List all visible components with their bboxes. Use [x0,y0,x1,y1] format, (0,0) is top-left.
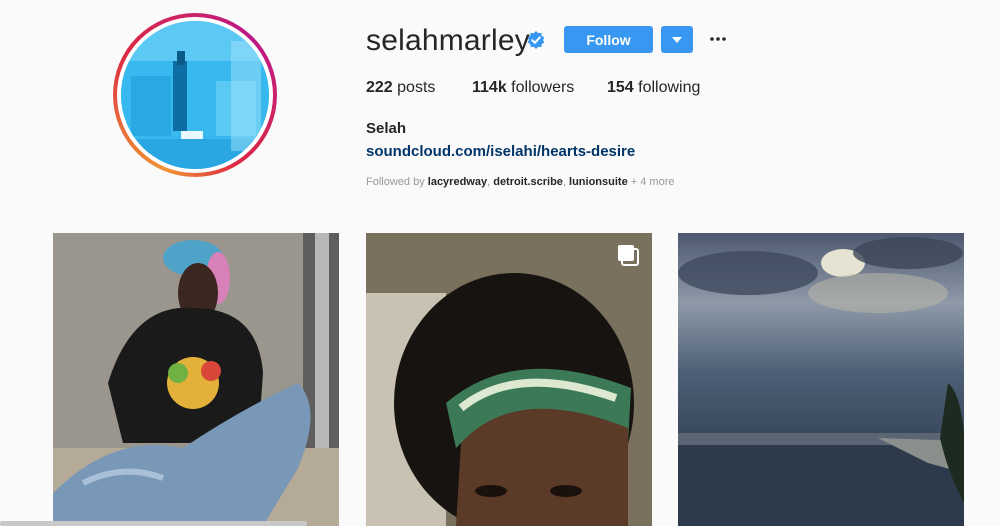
verified-badge-icon [527,31,545,49]
posts-label: posts [392,79,436,96]
post-image [53,233,339,526]
followers-count: 114k [472,79,507,96]
posts-count: 222 [366,79,393,96]
followed-by-account-link[interactable]: lacyredway [428,176,487,188]
profile-full-name: Selah [366,120,407,137]
followed-by-more-link[interactable]: + 4 more [628,176,675,188]
post-image [366,233,652,526]
horizontal-scrollbar-thumb[interactable] [0,521,307,526]
following-label: following [633,79,701,96]
post-image [678,233,964,526]
suggested-accounts-dropdown-button[interactable] [661,26,693,53]
profile-avatar-story-ring[interactable] [113,13,277,177]
followed-by-prefix: Followed by [366,176,428,188]
more-options-button[interactable] [708,30,728,48]
post-thumbnail[interactable] [53,233,339,526]
follow-button[interactable]: Follow [564,26,653,53]
following-count: 154 [607,79,634,96]
followed-by-account-link[interactable]: lunionsuite [569,176,628,188]
profile-avatar [121,21,269,169]
multiple-photos-icon [618,245,639,266]
posts-count-stat: 222 posts [366,79,435,97]
ellipsis-icon [710,37,726,41]
profile-username: selahmarley [366,24,530,57]
followers-count-link[interactable]: 114k followers [472,79,574,97]
following-count-link[interactable]: 154 following [607,79,700,97]
post-thumbnail[interactable] [678,233,964,526]
followers-label: followers [506,79,575,96]
avatar-border [117,17,273,173]
bio-external-link[interactable]: soundcloud.com/iselahi/hearts-desire [366,143,635,160]
followed-by-text: Followed by lacyredway, detroit.scribe, … [366,176,674,188]
avatar-image [121,21,269,169]
followed-by-account-link[interactable]: detroit.scribe [493,176,563,188]
post-thumbnail[interactable] [366,233,652,526]
caret-down-icon [672,36,682,43]
